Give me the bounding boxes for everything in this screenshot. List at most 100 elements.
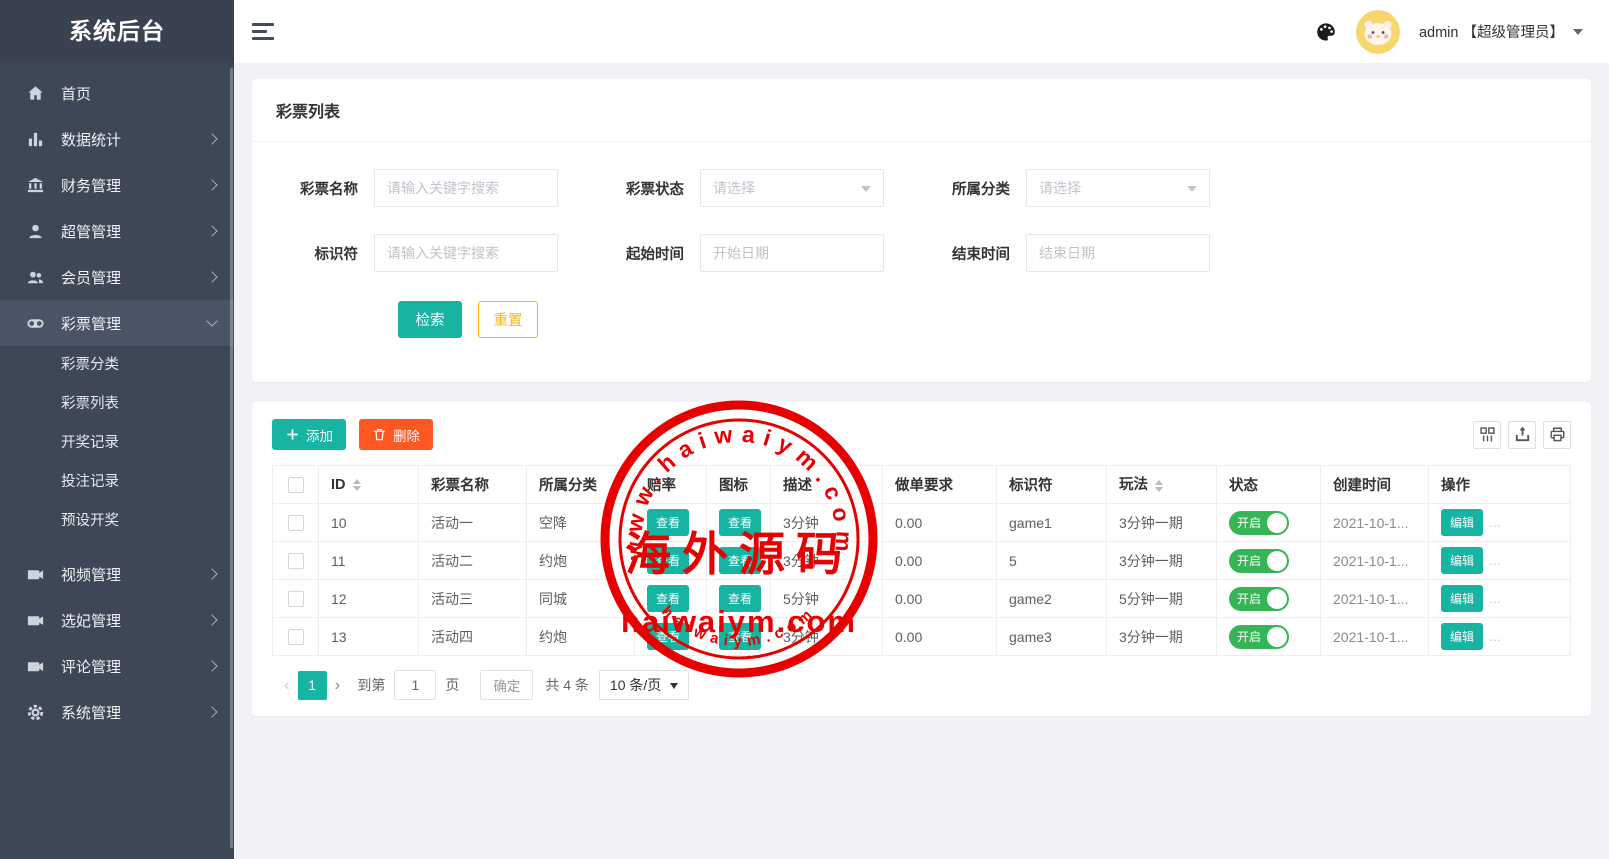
chevron-right-icon <box>206 568 217 579</box>
reset-button[interactable]: 重置 <box>478 301 538 338</box>
table-card: 添加 删除 <box>252 402 1591 716</box>
filter-columns-button[interactable] <box>1473 421 1501 449</box>
sort-icon[interactable] <box>1155 476 1163 496</box>
lottery-name-input[interactable] <box>374 169 558 207</box>
cell-created: 2021-10-1... <box>1321 618 1429 656</box>
sort-icon[interactable] <box>353 475 361 495</box>
edit-button[interactable]: 编辑 <box>1441 547 1483 574</box>
view-odds-button[interactable]: 查看 <box>647 547 689 574</box>
sidebar-item-members[interactable]: 会员管理 <box>0 254 234 300</box>
cell-identifier: game3 <box>997 618 1107 656</box>
status-toggle[interactable]: 开启 <box>1229 587 1289 611</box>
row-checkbox[interactable] <box>288 515 304 531</box>
edit-button[interactable]: 编辑 <box>1441 623 1483 650</box>
sidebar-item-lottery[interactable]: 彩票管理 <box>0 300 234 346</box>
user-menu[interactable]: admin 【超级管理员】 <box>1419 21 1583 42</box>
menu-collapse-button[interactable] <box>252 19 274 44</box>
cell-id: 10 <box>319 504 419 542</box>
identifier-input[interactable] <box>374 234 558 272</box>
cell-desc: 3分钟 <box>771 542 883 580</box>
edit-button[interactable]: 编辑 <box>1441 585 1483 612</box>
print-button[interactable] <box>1543 421 1571 449</box>
search-button[interactable]: 检索 <box>398 301 462 338</box>
sidebar-subitem-draw-records[interactable]: 开奖记录 <box>0 424 234 463</box>
user-avatar[interactable] <box>1356 10 1400 54</box>
more-actions: ... <box>1489 590 1501 606</box>
edit-button[interactable]: 编辑 <box>1441 509 1483 536</box>
view-odds-button[interactable]: 查看 <box>647 585 689 612</box>
sidebar-item-label: 选妃管理 <box>61 610 121 631</box>
column-header-play[interactable]: 玩法 <box>1107 466 1217 504</box>
export-button[interactable] <box>1508 421 1536 449</box>
view-icon-button[interactable]: 查看 <box>719 509 761 536</box>
sidebar-subitem-lottery-list[interactable]: 彩票列表 <box>0 385 234 424</box>
cell-play: 3分钟一期 <box>1107 542 1217 580</box>
chevron-right-icon <box>206 660 217 671</box>
page-size-select[interactable]: 10 条/页 <box>599 670 689 700</box>
prev-page-button[interactable]: ‹ <box>276 675 298 695</box>
cell-category: 约炮 <box>527 542 635 580</box>
status-toggle[interactable]: 开启 <box>1229 511 1289 535</box>
sidebar-scrollbar[interactable] <box>230 68 233 848</box>
table-row: 13 活动四 约炮 查看 查看 3分钟 0.00 game3 3分钟一期 开启 … <box>273 618 1571 656</box>
sidebar-item-home[interactable]: 首页 <box>0 70 234 116</box>
start-date-input[interactable] <box>700 234 884 272</box>
category-label: 所属分类 <box>928 178 1010 199</box>
next-page-button[interactable]: › <box>327 675 349 695</box>
delete-button[interactable]: 删除 <box>359 419 433 450</box>
column-header-created: 创建时间 <box>1321 466 1429 504</box>
theme-palette-icon[interactable] <box>1315 21 1337 43</box>
view-icon-button[interactable]: 查看 <box>719 547 761 574</box>
sidebar-subitem-lottery-category[interactable]: 彩票分类 <box>0 346 234 385</box>
sidebar-item-superadmin[interactable]: 超管管理 <box>0 208 234 254</box>
chevron-down-icon <box>206 315 217 326</box>
goto-confirm-button[interactable]: 确定 <box>480 670 533 700</box>
toggle-knob <box>1267 627 1287 647</box>
chevron-right-icon <box>206 706 217 717</box>
column-header-id[interactable]: ID <box>319 466 419 504</box>
column-header-desc: 描述 <box>771 466 883 504</box>
view-icon-button[interactable]: 查看 <box>719 623 761 650</box>
sidebar-item-comments[interactable]: 评论管理 <box>0 643 234 689</box>
chevron-right-icon <box>206 271 217 282</box>
status-toggle[interactable]: 开启 <box>1229 549 1289 573</box>
filter-card: 彩票列表 彩票名称 彩票状态 请选择 所属分类 请选择 <box>252 79 1591 382</box>
goto-page-input[interactable] <box>394 670 436 700</box>
app-title: 系统后台 <box>0 0 234 63</box>
end-date-input[interactable] <box>1026 234 1210 272</box>
sidebar-item-finance[interactable]: 财务管理 <box>0 162 234 208</box>
sidebar-subitem-bet-records[interactable]: 投注记录 <box>0 463 234 502</box>
column-header-name: 彩票名称 <box>419 466 527 504</box>
topbar: admin 【超级管理员】 <box>234 0 1609 63</box>
cell-identifier: game1 <box>997 504 1107 542</box>
view-odds-button[interactable]: 查看 <box>647 623 689 650</box>
sidebar-item-stats[interactable]: 数据统计 <box>0 116 234 162</box>
table-row: 12 活动三 同城 查看 查看 5分钟 0.00 game2 5分钟一期 开启 … <box>273 580 1571 618</box>
sidebar-subitem-preset-draw[interactable]: 预设开奖 <box>0 502 234 541</box>
column-header-icon: 图标 <box>707 466 771 504</box>
cell-requirement: 0.00 <box>883 618 997 656</box>
current-page-button[interactable]: 1 <box>298 671 327 700</box>
toggle-knob <box>1267 551 1287 571</box>
table-row: 11 活动二 约炮 查看 查看 3分钟 0.00 5 3分钟一期 开启 2021… <box>273 542 1571 580</box>
sidebar-item-label: 彩票管理 <box>61 313 121 334</box>
video-camera-icon <box>26 657 45 676</box>
add-button[interactable]: 添加 <box>272 419 346 450</box>
row-checkbox[interactable] <box>288 629 304 645</box>
cell-category: 约炮 <box>527 618 635 656</box>
sidebar-menu: 首页 数据统计 财务管理 超管管理 会 <box>0 63 234 735</box>
row-checkbox[interactable] <box>288 553 304 569</box>
sidebar-item-system[interactable]: 系统管理 <box>0 689 234 735</box>
row-checkbox[interactable] <box>288 591 304 607</box>
view-odds-button[interactable]: 查看 <box>647 509 689 536</box>
status-toggle[interactable]: 开启 <box>1229 625 1289 649</box>
sidebar-item-consort[interactable]: 选妃管理 <box>0 597 234 643</box>
view-icon-button[interactable]: 查看 <box>719 585 761 612</box>
sidebar-item-label: 财务管理 <box>61 175 121 196</box>
sidebar-item-video[interactable]: 视频管理 <box>0 551 234 597</box>
select-all-checkbox[interactable] <box>288 477 304 493</box>
lottery-status-select[interactable]: 请选择 <box>700 169 884 207</box>
category-select[interactable]: 请选择 <box>1026 169 1210 207</box>
cell-desc: 3分钟 <box>771 504 883 542</box>
cell-requirement: 0.00 <box>883 504 997 542</box>
